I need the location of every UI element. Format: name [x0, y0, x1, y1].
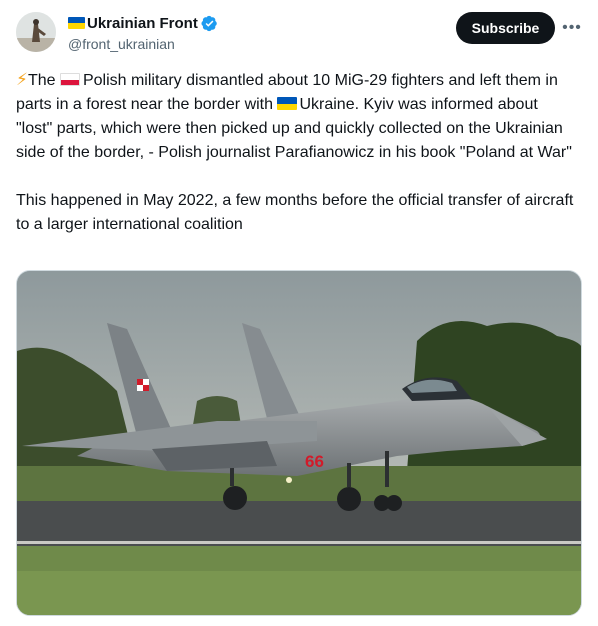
- tweet-text-part-a: The: [27, 72, 60, 89]
- fighter-jet-photo[interactable]: 66: [17, 271, 582, 616]
- account-header: Ukrainian Front @front_ukrainian: [68, 14, 218, 52]
- more-options-icon[interactable]: •••: [560, 18, 584, 38]
- tail-number: 66: [305, 452, 324, 471]
- lightning-icon: ⚡: [16, 70, 28, 89]
- tweet-media[interactable]: 66: [16, 270, 582, 616]
- display-name-row[interactable]: Ukrainian Front: [68, 14, 218, 32]
- display-name[interactable]: Ukrainian Front: [87, 15, 198, 32]
- subscribe-button[interactable]: Subscribe: [456, 12, 555, 44]
- account-handle[interactable]: @front_ukrainian: [68, 36, 218, 52]
- tweet-card: Ukrainian Front @front_ukrainian Subscri…: [0, 0, 598, 626]
- ukraine-flag-icon: [277, 97, 298, 110]
- avatar[interactable]: [16, 12, 56, 52]
- verified-badge-icon[interactable]: [201, 15, 218, 32]
- tweet-text: ⚡The Polish military dismantled about 10…: [16, 68, 576, 237]
- poland-flag-icon: [59, 73, 80, 86]
- ukraine-flag-icon: [68, 17, 85, 29]
- avatar-image: [16, 12, 56, 52]
- tweet-paragraph-2: This happened in May 2022, a few months …: [16, 192, 574, 233]
- tweet-paragraph-1: ⚡The Polish military dismantled about 10…: [16, 68, 576, 165]
